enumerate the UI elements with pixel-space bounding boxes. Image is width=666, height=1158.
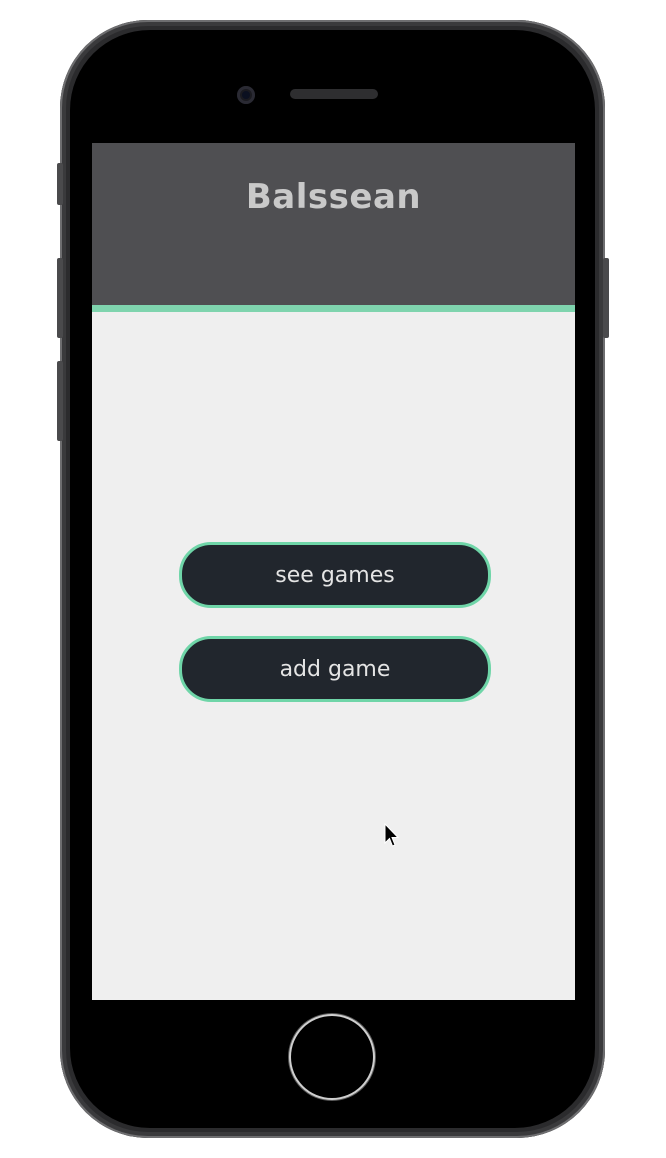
earpiece-speaker xyxy=(290,89,378,99)
app-header: Balssean xyxy=(92,143,575,312)
mouse-pointer-icon xyxy=(384,823,400,847)
mute-switch xyxy=(57,163,63,205)
home-button[interactable] xyxy=(291,1016,373,1098)
add-game-button[interactable]: add game xyxy=(179,636,491,702)
volume-down-button xyxy=(57,361,63,441)
app-screen: Balssean see games add game xyxy=(92,143,575,1000)
see-games-button[interactable]: see games xyxy=(179,542,491,608)
app-title: Balssean xyxy=(245,177,422,217)
front-camera-icon xyxy=(237,86,255,104)
power-button xyxy=(603,258,609,338)
volume-up-button xyxy=(57,258,63,338)
